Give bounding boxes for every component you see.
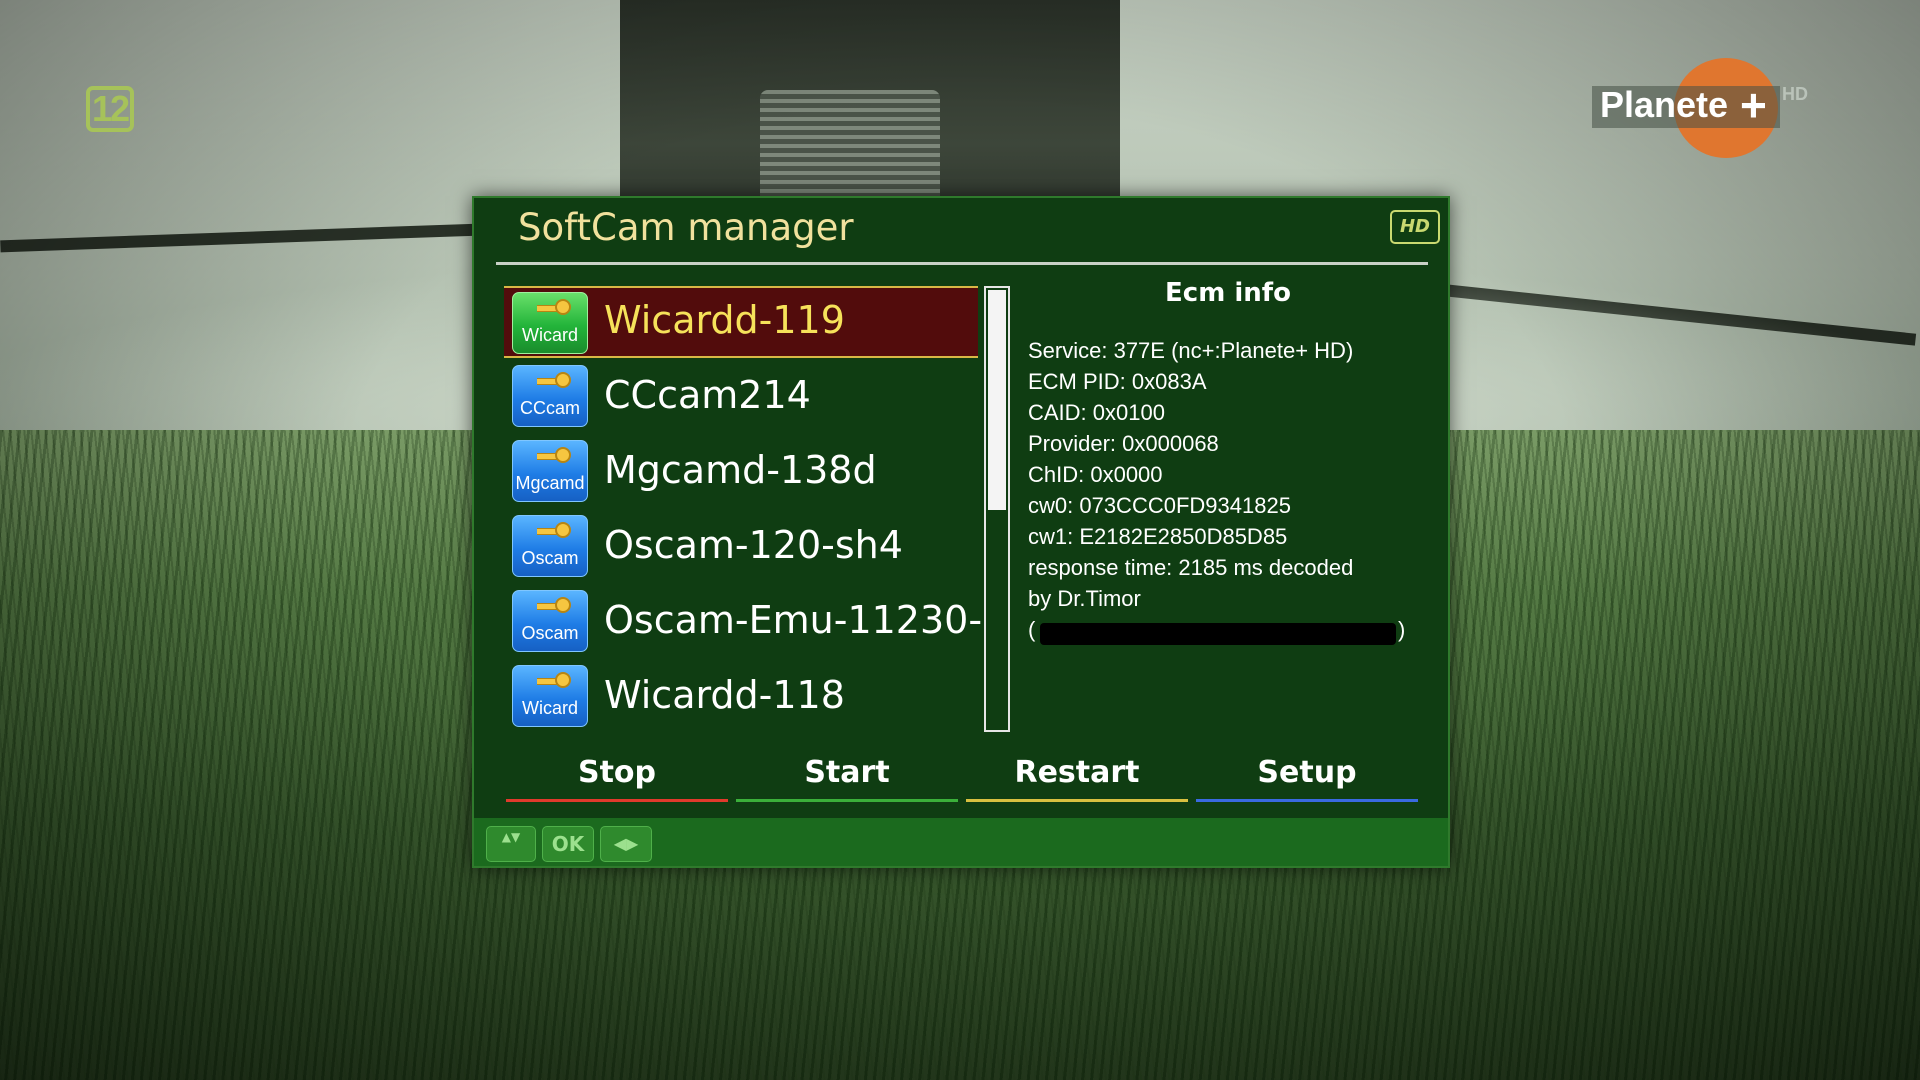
ecm-info-title: Ecm info: [1165, 278, 1291, 308]
ecm-response-time: response time: 2185 ms decoded: [1028, 555, 1354, 580]
softcam-item-mgcamd-138d[interactable]: Mgcamd Mgcamd-138d: [504, 436, 978, 508]
softcam-icon: Mgcamd: [512, 440, 588, 502]
softcam-name: Mgcamd-138d: [604, 448, 877, 492]
ecm-chid: ChID: 0x0000: [1028, 462, 1163, 487]
softcam-item-wicardd-118[interactable]: Wicard Wicardd-118: [504, 661, 978, 733]
footer-hint-bar: ▲▼ OK ◀▶: [474, 818, 1448, 866]
channel-logo: Planete + HD: [1590, 58, 1820, 158]
softcam-icon: CCcam: [512, 365, 588, 427]
softcam-item-cccam214[interactable]: CCcam CCcam214: [504, 361, 978, 433]
key-icon: [537, 597, 571, 617]
title-bar: SoftCam manager HD: [474, 198, 1448, 260]
softcam-icon-label: Wicard: [521, 698, 578, 718]
key-icon: [537, 447, 571, 467]
softcam-list[interactable]: Wicard Wicardd-119 CCcam CCcam214 Mgcamd…: [504, 286, 1002, 736]
ecm-paren-open: (: [1028, 617, 1036, 642]
softcam-icon-label: Oscam: [521, 548, 579, 568]
softcam-icon-label: Mgcamd: [515, 473, 585, 493]
title-divider: [496, 262, 1428, 265]
start-button[interactable]: Start: [736, 750, 958, 802]
red-key-indicator: [506, 799, 728, 802]
softcam-name: Wicardd-119: [604, 298, 845, 342]
softcam-icon: Wicard: [512, 292, 588, 354]
softcam-manager-dialog: SoftCam manager HD Wicard Wicardd-119 CC…: [472, 196, 1450, 868]
updown-arrows-icon: ▲▼: [486, 826, 536, 862]
softcam-icon-label: Wicard: [521, 325, 578, 345]
softcam-icon: Oscam: [512, 515, 588, 577]
ecm-paren-close: ): [1398, 617, 1406, 642]
restart-button[interactable]: Restart: [966, 750, 1188, 802]
softcam-item-oscam-emu[interactable]: Oscam Oscam-Emu-11230-s: [504, 586, 1002, 658]
logo-name: Planete: [1600, 84, 1729, 125]
hd-badge: HD: [1390, 210, 1440, 244]
color-button-bar: Stop Start Restart Setup: [506, 750, 1426, 806]
logo-hd: HD: [1782, 84, 1808, 104]
redaction-bar: [1040, 623, 1396, 645]
key-icon: [537, 522, 571, 542]
ecm-cw1: cw1: E2182E2850D85D85: [1028, 524, 1288, 549]
scrollbar-thumb[interactable]: [988, 290, 1006, 510]
ecm-caid: CAID: 0x0100: [1028, 400, 1165, 425]
softcam-item-oscam-120-sh4[interactable]: Oscam Oscam-120-sh4: [504, 511, 978, 583]
ecm-provider: Provider: 0x000068: [1028, 431, 1219, 456]
stop-button[interactable]: Stop: [506, 750, 728, 802]
softcam-icon: Oscam: [512, 590, 588, 652]
ecm-redacted-line: ( ): [1028, 617, 1408, 651]
setup-button-label: Setup: [1257, 755, 1357, 790]
leftright-arrows-icon: ◀▶: [600, 826, 652, 862]
softcam-name: Oscam-120-sh4: [604, 523, 903, 567]
dialog-title: SoftCam manager: [518, 206, 854, 249]
softcam-icon-label: CCcam: [519, 398, 580, 418]
softcam-name: Oscam-Emu-11230-s: [604, 598, 1002, 642]
ok-key-icon: OK: [542, 826, 594, 862]
setup-button[interactable]: Setup: [1196, 750, 1418, 802]
ecm-pid: ECM PID: 0x083A: [1028, 369, 1207, 394]
blue-key-indicator: [1196, 799, 1418, 802]
ecm-decoded-by: by Dr.Timor: [1028, 586, 1141, 611]
stop-button-label: Stop: [577, 755, 657, 790]
ecm-service: Service: 377E (nc+:Planete+ HD): [1028, 338, 1354, 363]
list-scrollbar[interactable]: [984, 286, 1010, 732]
ecm-info-panel: Ecm info Service: 377E (nc+:Planete+ HD)…: [1028, 278, 1438, 718]
softcam-item-wicardd-119[interactable]: Wicard Wicardd-119: [504, 286, 978, 358]
key-icon: [537, 299, 571, 319]
softcam-icon-label: Oscam: [521, 623, 579, 643]
yellow-key-indicator: [966, 799, 1188, 802]
key-icon: [537, 672, 571, 692]
age-rating-badge: 12: [86, 86, 134, 132]
ecm-cw0: cw0: 073CCC0FD9341825: [1028, 493, 1291, 518]
softcam-icon: Wicard: [512, 665, 588, 727]
softcam-name: Wicardd-118: [604, 673, 845, 717]
restart-button-label: Restart: [1014, 755, 1140, 790]
logo-plus: +: [1740, 79, 1767, 131]
key-icon: [537, 372, 571, 392]
green-key-indicator: [736, 799, 958, 802]
softcam-name: CCcam214: [604, 373, 811, 417]
start-button-label: Start: [804, 755, 890, 790]
